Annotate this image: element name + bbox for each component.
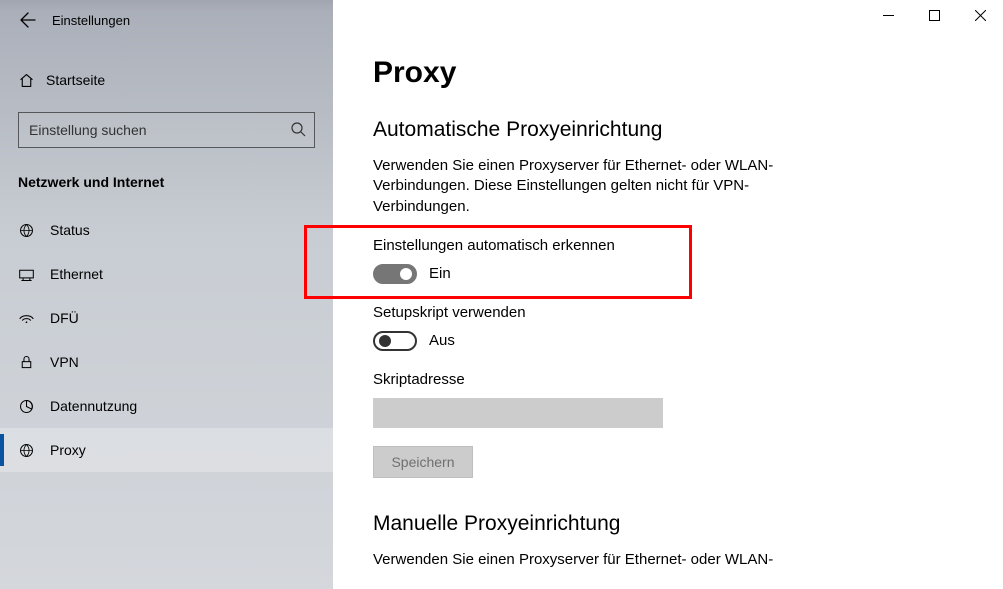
sidebar-item-status[interactable]: Status [0, 208, 333, 252]
setup-script-state: Aus [429, 332, 455, 349]
script-address-input[interactable] [373, 398, 663, 428]
minimize-button[interactable] [865, 0, 911, 30]
search-input[interactable] [27, 121, 290, 139]
sidebar-item-label: DFÜ [50, 310, 79, 326]
sidebar-item-data-usage[interactable]: Datennutzung [0, 384, 333, 428]
sidebar-item-proxy[interactable]: Proxy [0, 428, 333, 472]
back-button[interactable] [8, 0, 48, 40]
sidebar-category-label: Netzwerk und Internet [18, 174, 315, 190]
detect-settings-state: Ein [429, 265, 451, 282]
sidebar: Einstellungen Startseite Netzwerk und In… [0, 0, 333, 589]
search-icon [290, 121, 306, 140]
detect-settings-toggle[interactable] [373, 264, 417, 284]
home-icon [18, 72, 46, 89]
search-box[interactable] [18, 112, 315, 148]
sidebar-item-dialup[interactable]: DFÜ [0, 296, 333, 340]
status-icon [18, 222, 50, 239]
proxy-icon [18, 442, 50, 459]
auto-section-description: Verwenden Sie einen Proxyserver für Ethe… [373, 156, 803, 217]
app-title: Einstellungen [52, 13, 130, 28]
auto-section-heading: Automatische Proxyeinrichtung [373, 118, 963, 142]
vpn-icon [18, 354, 50, 371]
arrow-left-icon [20, 12, 36, 28]
script-address-label: Skriptadresse [373, 371, 963, 388]
sidebar-item-label: Datennutzung [50, 398, 137, 414]
save-button[interactable]: Speichern [373, 446, 473, 478]
window-caption-bar [333, 0, 1003, 32]
sidebar-item-ethernet[interactable]: Ethernet [0, 252, 333, 296]
detect-settings-label: Einstellungen automatisch erkennen [373, 237, 963, 254]
ethernet-icon [18, 266, 50, 283]
datausage-icon [18, 398, 50, 415]
sidebar-item-label: Status [50, 222, 90, 238]
sidebar-item-vpn[interactable]: VPN [0, 340, 333, 384]
setup-script-label: Setupskript verwenden [373, 304, 963, 321]
maximize-button[interactable] [911, 0, 957, 30]
manual-section-description: Verwenden Sie einen Proxyserver für Ethe… [373, 550, 803, 570]
content-area: Proxy Automatische Proxyeinrichtung Verw… [333, 0, 1003, 589]
dialup-icon [18, 311, 50, 325]
sidebar-item-label: Proxy [50, 442, 86, 458]
sidebar-home[interactable]: Startseite [18, 60, 315, 100]
sidebar-header: Einstellungen [0, 0, 333, 40]
setup-script-block: Setupskript verwenden Aus [373, 304, 963, 351]
page-title: Proxy [373, 56, 963, 90]
setup-script-toggle[interactable] [373, 331, 417, 351]
sidebar-item-label: Ethernet [50, 266, 103, 282]
manual-section-heading: Manuelle Proxyeinrichtung [373, 512, 963, 536]
sidebar-item-label: VPN [50, 354, 79, 370]
close-button[interactable] [957, 0, 1003, 30]
script-address-block: Skriptadresse Speichern [373, 371, 963, 478]
detect-settings-block: Einstellungen automatisch erkennen Ein [373, 237, 963, 284]
sidebar-home-label: Startseite [46, 72, 105, 88]
sidebar-nav: Status Ethernet DFÜ [0, 208, 333, 472]
